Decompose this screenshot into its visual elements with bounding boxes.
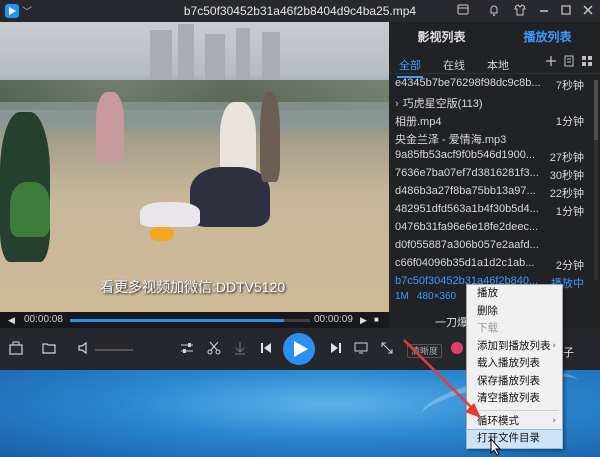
bell-icon[interactable] bbox=[486, 3, 502, 19]
sub-tab-online[interactable]: 在线 bbox=[443, 57, 465, 73]
list-folder[interactable]: › 巧虎星空版(113) bbox=[389, 93, 600, 111]
seek-fill bbox=[70, 319, 284, 322]
person-figure bbox=[260, 92, 280, 182]
playlist-scrollbar[interactable] bbox=[594, 80, 598, 280]
person-figure bbox=[96, 92, 124, 162]
partial-control-label[interactable]: 子 bbox=[563, 344, 574, 360]
person-figure bbox=[10, 182, 50, 237]
context-menu: 播放 删除 下载 添加到播放列表 › 载入播放列表 保存播放列表 清空播放列表 循… bbox=[466, 284, 563, 449]
screen-icon[interactable] bbox=[352, 340, 370, 358]
list-item[interactable]: e4345b7be76298f98dc9c8b... 7秒钟 bbox=[389, 75, 600, 93]
menu-item-play[interactable]: 播放 bbox=[467, 285, 562, 303]
minimize-icon[interactable] bbox=[536, 3, 552, 19]
menu-item-download: 下载 bbox=[477, 322, 498, 334]
building-shape bbox=[150, 30, 172, 80]
list-item[interactable]: d486b3a27f8ba75bb13a97... 22秒钟 bbox=[389, 183, 600, 201]
menu-item-load-playlist[interactable]: 载入播放列表 bbox=[467, 355, 562, 373]
resolution: 480×360 bbox=[416, 291, 457, 302]
toolbox-icon[interactable] bbox=[7, 340, 25, 358]
chevron-right-icon: › bbox=[552, 340, 556, 351]
current-time: 00:00:08 bbox=[24, 314, 63, 325]
sub-tab-all[interactable]: 全部 bbox=[397, 57, 423, 78]
list-item[interactable]: 482951dfd563a1b4f30b5d4... 1分钟 bbox=[389, 201, 600, 219]
shirt-icon[interactable] bbox=[512, 3, 528, 19]
grid-icon[interactable] bbox=[581, 55, 593, 70]
rewind-icon[interactable]: ◀ bbox=[8, 315, 15, 326]
menu-separator bbox=[470, 409, 559, 411]
person-figure bbox=[140, 202, 200, 227]
scrollbar-thumb[interactable] bbox=[594, 80, 598, 140]
list-item[interactable]: 相册.mp4 1分钟 bbox=[389, 111, 600, 129]
title-bar: ﹀ b7c50f30452b31a46f2b8404d9c4ba25.mp4 bbox=[0, 0, 600, 22]
list-item[interactable]: 9a85fb53acf9f0b546d1900... 27秒钟 bbox=[389, 147, 600, 165]
menu-item-delete[interactable]: 删除 bbox=[467, 303, 562, 321]
building-shape bbox=[262, 32, 280, 80]
next-icon[interactable] bbox=[327, 340, 345, 358]
mouse-cursor-icon bbox=[490, 438, 502, 456]
sub-tab-local[interactable]: 本地 bbox=[487, 57, 509, 73]
tab-video-list[interactable]: 影视列表 bbox=[389, 22, 494, 52]
open-folder-icon[interactable] bbox=[40, 340, 58, 358]
menu-item-save-playlist[interactable]: 保存播放列表 bbox=[467, 373, 562, 391]
seek-track[interactable] bbox=[70, 319, 310, 322]
playlist: e4345b7be76298f98dc9c8b... 7秒钟 › 巧虎星空版(113… bbox=[389, 75, 600, 309]
window-title: b7c50f30452b31a46f2b8404d9c4ba25.mp4 bbox=[183, 4, 417, 18]
menu-item-loop-mode[interactable]: 循环模式 › bbox=[467, 413, 562, 431]
volume-slider[interactable] bbox=[95, 349, 133, 351]
list-item[interactable]: 0476b31fa96e6e18fe2deec... bbox=[389, 219, 600, 237]
add-icon[interactable] bbox=[545, 55, 557, 70]
file-size: 1M bbox=[395, 291, 409, 302]
tv-logo-icon[interactable] bbox=[448, 340, 466, 358]
volume-icon[interactable] bbox=[75, 340, 93, 358]
menu-item-clear-playlist[interactable]: 清空播放列表 bbox=[467, 390, 562, 408]
download-icon bbox=[231, 340, 249, 358]
person-figure bbox=[190, 167, 270, 227]
playlist-panel: 影视列表 播放列表 全部 在线 本地 e4345b7be76298f98dc9c… bbox=[389, 22, 600, 328]
list-item[interactable]: 央金兰泽 - 爱情海.mp3 bbox=[389, 129, 600, 147]
tab-playlist[interactable]: 播放列表 bbox=[495, 22, 600, 52]
scissors-icon[interactable] bbox=[205, 340, 223, 358]
close-icon[interactable] bbox=[580, 3, 596, 19]
building-shape bbox=[205, 34, 225, 80]
list-item[interactable]: d0f055887a306b057e2aafd... bbox=[389, 237, 600, 255]
forward-icon[interactable]: ▶ bbox=[360, 315, 367, 326]
play-button[interactable] bbox=[283, 333, 315, 365]
building-shape bbox=[236, 28, 250, 80]
progress-bar: ◀ 00:00:08 00:00:09 ▶ ■ bbox=[0, 312, 389, 328]
stop-icon[interactable]: ■ bbox=[374, 315, 379, 324]
document-icon[interactable] bbox=[563, 55, 575, 70]
chevron-right-icon[interactable]: › bbox=[395, 98, 399, 110]
play-icon bbox=[294, 341, 308, 357]
video-watermark: 看更多视频加微信:DDTV5120 bbox=[100, 279, 286, 295]
water-strip bbox=[0, 102, 389, 130]
quality-button[interactable]: 清晰度 bbox=[407, 344, 443, 358]
menu-item-add-to-playlist[interactable]: 添加到播放列表 › bbox=[467, 338, 562, 356]
skin-icon[interactable] bbox=[455, 3, 471, 19]
list-item[interactable]: c66f04096b35d1a1d2c1ab... 2分钟 bbox=[389, 255, 600, 273]
maximize-icon[interactable] bbox=[558, 3, 574, 19]
equalizer-icon[interactable] bbox=[178, 340, 196, 358]
orange-bucket bbox=[150, 227, 174, 241]
panel-tabs: 影视列表 播放列表 bbox=[389, 22, 600, 52]
building-shape bbox=[178, 24, 194, 80]
total-time: 00:00:09 bbox=[314, 314, 353, 325]
list-item[interactable]: 7636e7ba07ef7d3816281f3... 30秒钟 bbox=[389, 165, 600, 183]
menu-item-open-folder[interactable]: 打开文件目录 bbox=[466, 429, 563, 449]
fullscreen-icon[interactable] bbox=[378, 340, 396, 358]
chevron-right-icon: › bbox=[552, 415, 556, 426]
panel-sub-tabs: 全部 在线 本地 bbox=[389, 52, 600, 78]
previous-icon[interactable] bbox=[257, 340, 275, 358]
video-frame[interactable]: 看更多视频加微信:DDTV5120 bbox=[0, 22, 389, 312]
